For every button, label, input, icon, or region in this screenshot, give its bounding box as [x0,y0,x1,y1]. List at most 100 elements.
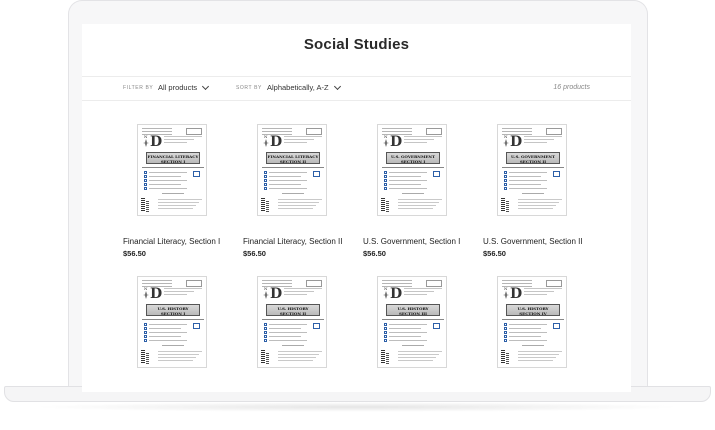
compass-icon: N [383,134,389,147]
worksheet-edition-line [522,193,544,194]
product-image[interactable]: N D U.S. HISTORY SECTION IV [497,276,567,368]
product-title[interactable]: U.S. Government, Section II [483,237,583,246]
product-card[interactable]: N D U.S. HISTORY SECTION IV [483,276,589,392]
worksheet-checkbox [504,187,507,190]
worksheet-edition-line [402,345,424,346]
worksheet-row-line [269,188,307,189]
worksheet-intro-text [404,288,442,297]
worksheet-footer-line [158,202,199,203]
worksheet-checkbox [264,175,267,178]
product-card[interactable]: N D U.S. HISTORY SECTION II [243,276,349,392]
school-logo-icon: D [270,134,283,150]
worksheet-checkbox [144,335,147,338]
worksheet-intro-text [164,136,202,145]
worksheet-checkbox [144,327,147,330]
product-card[interactable]: N D U.S. GOVERNMENT SECTION II U.S. Governme… [483,124,589,274]
svg-text:N: N [264,134,268,139]
worksheet-row-line [269,340,307,341]
product-image[interactable]: N D FINANCIAL LITERACY SECTION II [257,124,327,216]
worksheet-grade-box [193,171,200,177]
barcode-icon [261,198,265,212]
worksheet-checkbox [144,339,147,342]
worksheet-separator [142,319,204,320]
product-image[interactable]: N D U.S. HISTORY SECTION III [377,276,447,368]
svg-text:N: N [384,134,388,139]
worksheet-banner: FINANCIAL LITERACY SECTION I [146,152,200,164]
worksheet-grade-box [433,323,440,329]
worksheet-checkbox [384,183,387,186]
product-image[interactable]: N D FINANCIAL LITERACY SECTION I [137,124,207,216]
worksheet-banner: U.S. HISTORY SECTION IV [506,304,560,316]
worksheet-checkbox [264,339,267,342]
worksheet-row-line [149,332,187,333]
worksheet-grade-box [313,171,320,177]
product-image[interactable]: N D U.S. HISTORY SECTION II [257,276,327,368]
product-image[interactable]: N D U.S. HISTORY SECTION I [137,276,207,368]
worksheet-banner: U.S. HISTORY SECTION I [146,304,200,316]
worksheet-footer-line [398,199,442,200]
svg-text:N: N [504,134,508,139]
product-card[interactable]: N D FINANCIAL LITERACY SECTION I Financial L… [123,124,229,274]
worksheet-footer-line [158,208,193,209]
product-card[interactable]: N D U.S. HISTORY SECTION III [363,276,469,392]
product-price: $56.50 [483,249,506,258]
worksheet-checkbox [384,187,387,190]
product-card[interactable]: N D U.S. GOVERNMENT SECTION I U.S. Governmen… [363,124,469,274]
worksheet-separator [262,319,324,320]
product-card[interactable]: N D FINANCIAL LITERACY SECTION II Financial … [243,124,349,274]
school-logo-icon: D [270,286,283,302]
svg-text:N: N [504,286,508,291]
product-grid: N D FINANCIAL LITERACY SECTION I Financial L… [82,24,631,392]
worksheet-row-line [389,324,427,325]
worksheet-row-line [389,172,427,173]
product-title[interactable]: Financial Literacy, Section I [123,237,220,246]
worksheet-checkbox [264,335,267,338]
worksheet-row-line [149,184,181,185]
barcode-icon [506,353,509,364]
worksheet-row-line [389,340,427,341]
worksheet-name-box [186,280,202,287]
product-title[interactable]: U.S. Government, Section I [363,237,460,246]
laptop-shadow [30,402,685,412]
worksheet-row-line [149,172,187,173]
worksheet-checkbox [264,331,267,334]
worksheet-intro-text [524,136,562,145]
worksheet-footer-line [278,360,313,361]
browser-screen: Social Studies Filter by All products So… [82,24,631,392]
barcode-icon [146,353,149,364]
worksheet-checkbox [504,327,507,330]
worksheet-footer-line [518,354,559,355]
product-image[interactable]: N D U.S. GOVERNMENT SECTION I [377,124,447,216]
worksheet-row-line [149,176,181,177]
compass-icon: N [143,134,149,147]
worksheet-row-line [269,324,307,325]
worksheet-separator [502,167,564,168]
school-logo-icon: D [390,134,403,150]
worksheet-grade-box [433,171,440,177]
worksheet-row-line [149,180,187,181]
product-card[interactable]: N D U.S. HISTORY SECTION I [123,276,229,392]
worksheet-banner: U.S. GOVERNMENT SECTION II [506,152,560,164]
worksheet-checkbox [384,327,387,330]
school-logo-icon: D [390,286,403,302]
worksheet-grade-box [553,171,560,177]
compass-icon: N [263,286,269,299]
worksheet-checkbox [384,179,387,182]
worksheet-checkbox [384,171,387,174]
product-title[interactable]: Financial Literacy, Section II [243,237,342,246]
compass-icon: N [383,286,389,299]
worksheet-separator [382,319,444,320]
worksheet-separator [262,167,324,168]
barcode-icon [141,198,145,212]
barcode-icon [266,353,269,364]
product-price: $56.50 [363,249,386,258]
worksheet-checkbox [384,175,387,178]
worksheet-footer-line [158,360,193,361]
worksheet-checkbox [504,323,507,326]
worksheet-intro-text [164,288,202,297]
worksheet-row-line [269,180,307,181]
worksheet-intro-text [404,136,442,145]
product-image[interactable]: N D U.S. GOVERNMENT SECTION II [497,124,567,216]
svg-text:N: N [144,134,148,139]
compass-icon: N [503,286,509,299]
